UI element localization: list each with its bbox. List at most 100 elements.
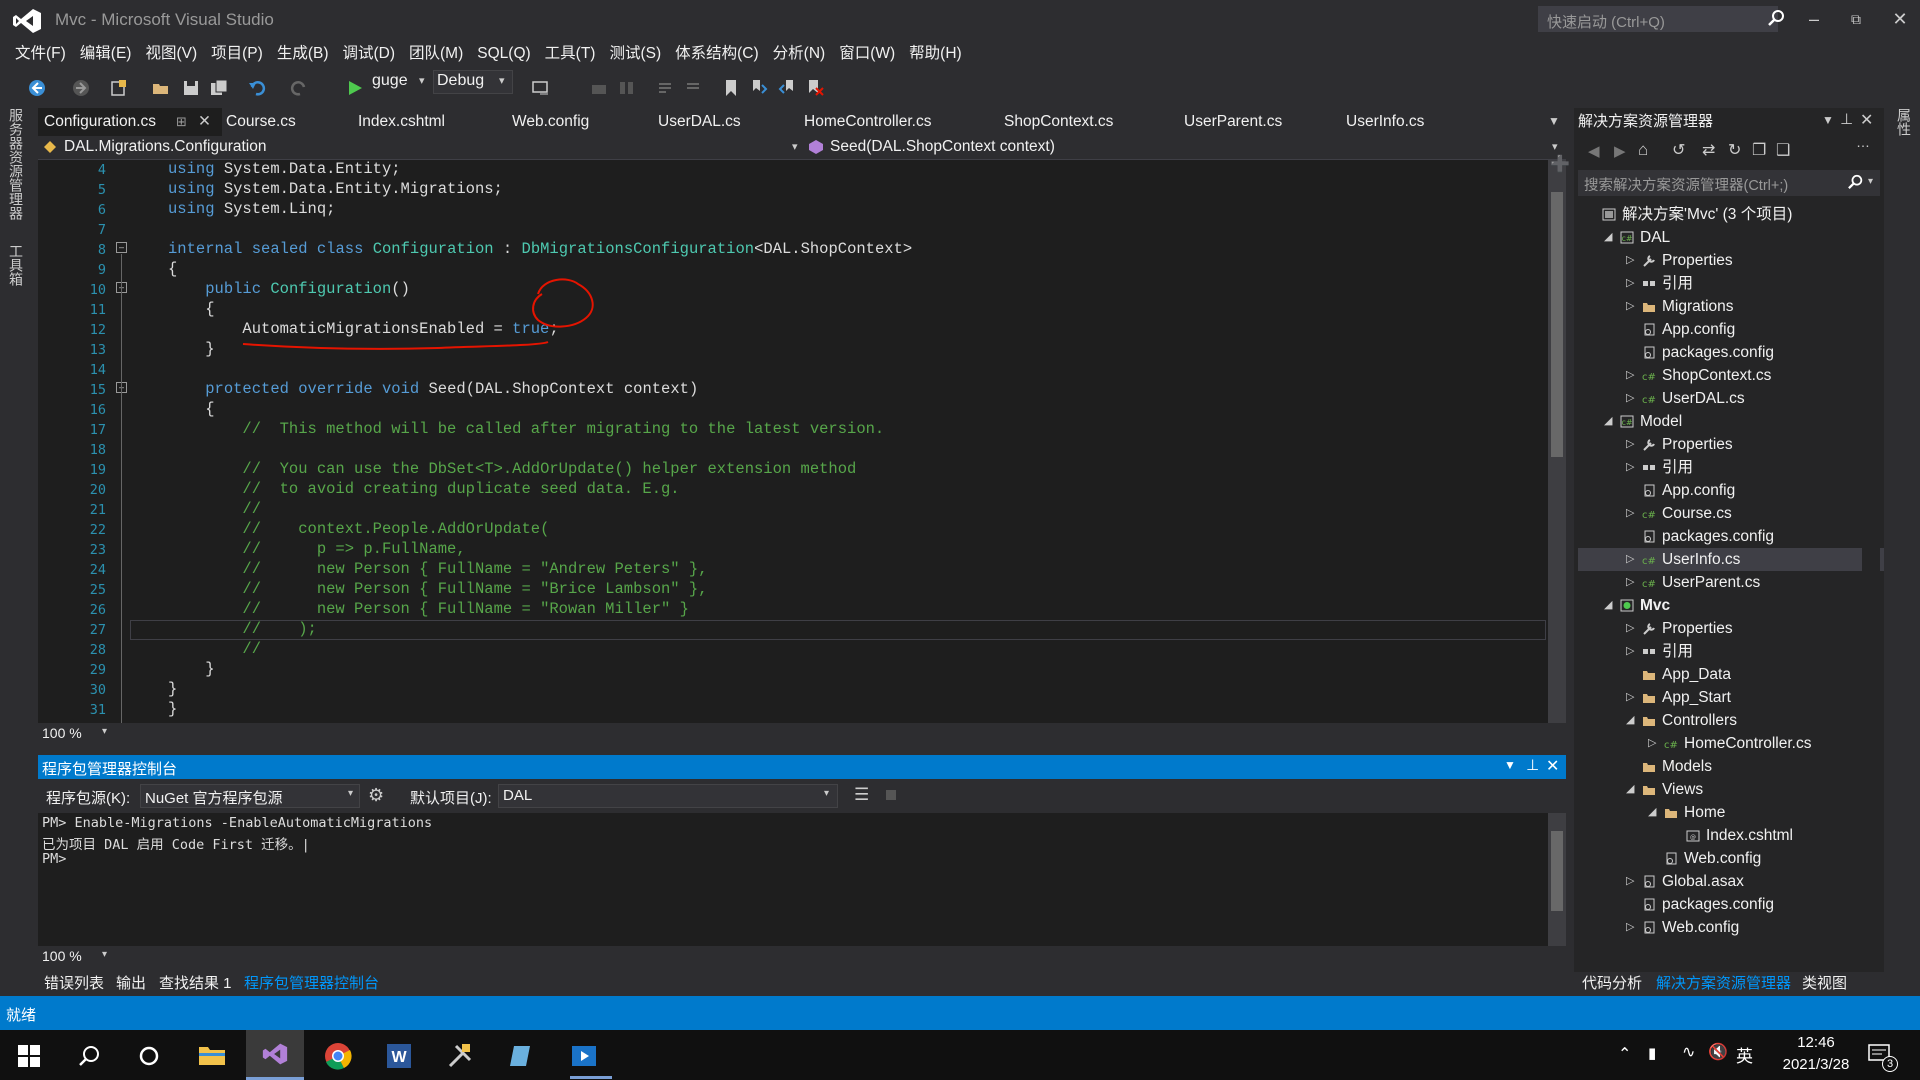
toolbox-tab[interactable]: 工具箱 — [6, 244, 26, 286]
tab-userinfo-cs[interactable]: UserInfo.cs — [1340, 108, 1424, 136]
menu-item[interactable]: 生成(B) — [270, 43, 336, 65]
new-project-icon[interactable] — [110, 79, 128, 97]
tray-chevron-up-icon[interactable]: ⌃ — [1618, 1044, 1631, 1064]
pmc-console-output[interactable]: PM> Enable-Migrations -EnableAutomaticMi… — [38, 813, 1566, 947]
tab-code-analysis[interactable]: 代码分析 — [1582, 972, 1642, 993]
ime-indicator[interactable]: 英 — [1736, 1042, 1753, 1067]
tree-item[interactable]: ◢ c# Model — [1578, 410, 1884, 433]
uncomment-icon[interactable] — [684, 79, 702, 97]
media-player-icon[interactable] — [570, 1042, 598, 1070]
tree-item[interactable]: ▷ 引用 — [1578, 456, 1884, 479]
start-debug-icon[interactable] — [346, 79, 364, 97]
chevron-down-icon[interactable]: ▾ — [1552, 140, 1558, 153]
quick-launch-input[interactable]: 快速启动 (Ctrl+Q) — [1538, 6, 1778, 32]
save-all-icon[interactable] — [210, 79, 228, 97]
tab-overflow-chevron-icon[interactable]: ▼ — [1548, 114, 1560, 128]
chevron-down-icon[interactable]: ▾ — [102, 949, 107, 960]
collapsed-arrow-icon[interactable]: ▷ — [1626, 295, 1638, 318]
chevron-down-icon[interactable]: ▾ — [499, 74, 505, 87]
pin-icon[interactable]: ⊥ — [1840, 110, 1853, 128]
tab-shopcontext-cs[interactable]: ShopContext.cs — [998, 108, 1113, 136]
editor-vertical-scrollbar[interactable]: ➕ — [1548, 157, 1570, 723]
expanded-arrow-icon[interactable]: ◢ — [1604, 226, 1616, 249]
tree-item[interactable]: App.config — [1578, 318, 1884, 341]
tree-item[interactable]: ▷ c# ShopContext.cs — [1578, 364, 1884, 387]
tab-homecontroller-cs[interactable]: HomeController.cs — [798, 108, 932, 136]
collapsed-arrow-icon[interactable]: ▷ — [1626, 870, 1638, 893]
tab-userdal-cs[interactable]: UserDAL.cs — [652, 108, 741, 136]
member-dropdown[interactable]: Seed(DAL.ShopContext context) — [830, 138, 1055, 156]
visual-studio-taskbar-icon[interactable] — [262, 1042, 288, 1066]
tree-item[interactable]: ◢ Mvc — [1578, 594, 1884, 617]
chevron-down-icon[interactable]: ▼ — [1822, 113, 1834, 127]
clear-bookmarks-icon[interactable] — [806, 79, 824, 97]
tree-item[interactable]: ◢ c# DAL — [1578, 226, 1884, 249]
tree-item[interactable]: @ Index.cshtml — [1578, 824, 1884, 847]
tree-item[interactable]: ▷ c# Course.cs — [1578, 502, 1884, 525]
more-icon[interactable]: … — [1856, 134, 1870, 150]
tree-item[interactable]: ◢ Controllers — [1578, 709, 1884, 732]
file-explorer-icon[interactable] — [198, 1043, 226, 1067]
collapsed-arrow-icon[interactable]: ▷ — [1648, 732, 1660, 755]
run-target-select[interactable]: guge — [372, 72, 408, 90]
tree-item[interactable]: packages.config — [1578, 341, 1884, 364]
tree-item[interactable]: 解决方案'Mvc' (3 个项目) — [1578, 203, 1884, 226]
code-editor[interactable]: 4 5 6 7 8 9 10 11 12 13 14 15 16 17 18 19 20 21 22 23 24 25 26… — [38, 157, 1570, 724]
chevron-down-icon[interactable]: ▾ — [824, 788, 829, 799]
chevron-down-icon[interactable]: ▾ — [419, 74, 425, 87]
tab-index-cshtml[interactable]: Index.cshtml — [352, 108, 445, 136]
tab-userparent-cs[interactable]: UserParent.cs — [1178, 108, 1282, 136]
close-panel-icon[interactable]: ✕ — [1546, 756, 1559, 776]
align-icon[interactable] — [590, 79, 608, 97]
notes-app-icon[interactable] — [508, 1042, 536, 1070]
tree-item[interactable]: App_Data — [1578, 663, 1884, 686]
forward-icon[interactable]: ▶ — [1614, 142, 1626, 160]
collapsed-arrow-icon[interactable]: ▷ — [1626, 571, 1638, 594]
collapsed-arrow-icon[interactable]: ▷ — [1626, 617, 1638, 640]
back-icon[interactable] — [28, 79, 46, 97]
collapse-all-icon[interactable]: ❐ — [1752, 140, 1766, 160]
home-icon[interactable]: ⌂ — [1638, 140, 1648, 160]
sync-icon[interactable]: ⇄ — [1702, 140, 1715, 160]
collapsed-arrow-icon[interactable]: ▷ — [1626, 387, 1638, 410]
menu-item[interactable]: SQL(Q) — [470, 43, 537, 65]
tree-item[interactable]: Models — [1578, 755, 1884, 778]
settings-gear-icon[interactable]: ⚙ — [368, 785, 384, 806]
refresh-icon[interactable]: ↻ — [1728, 140, 1741, 160]
comment-out-icon[interactable] — [656, 79, 674, 97]
expanded-arrow-icon[interactable]: ◢ — [1604, 594, 1616, 617]
clear-console-icon[interactable]: ☰ — [854, 785, 869, 805]
collapsed-arrow-icon[interactable]: ▷ — [1626, 686, 1638, 709]
tree-item[interactable]: ▷ c# HomeController.cs — [1578, 732, 1884, 755]
back-icon[interactable]: ◀ — [1588, 142, 1600, 160]
close-panel-icon[interactable]: ✕ — [1860, 110, 1873, 130]
collapsed-arrow-icon[interactable]: ▷ — [1626, 640, 1638, 663]
undo-icon[interactable] — [248, 79, 266, 97]
tab-web-config[interactable]: Web.config — [506, 108, 589, 136]
tab-find-results[interactable]: 查找结果 1 — [159, 972, 232, 993]
tree-item[interactable]: ▷ c# UserDAL.cs — [1578, 387, 1884, 410]
next-bookmark-icon[interactable] — [778, 79, 796, 97]
search-icon[interactable] — [78, 1045, 100, 1067]
tab-solution-explorer[interactable]: 解决方案资源管理器 — [1656, 972, 1791, 993]
properties-tab[interactable]: 属性 — [1894, 108, 1914, 136]
tab-output[interactable]: 输出 — [116, 972, 146, 993]
menu-item[interactable]: 帮助(H) — [902, 43, 969, 65]
tree-item[interactable]: ▷ Properties — [1578, 433, 1884, 456]
chrome-icon[interactable] — [324, 1042, 352, 1070]
tree-item[interactable]: ▷ 引用 — [1578, 272, 1884, 295]
minimize-button[interactable]: – — [1798, 6, 1830, 32]
clock-date[interactable]: 2021/3/28 — [1766, 1056, 1866, 1073]
tree-item[interactable]: ◢ Views — [1578, 778, 1884, 801]
solution-explorer-search[interactable]: 搜索解决方案资源管理器(Ctrl+;) — [1578, 170, 1880, 196]
collapsed-arrow-icon[interactable]: ▷ — [1626, 433, 1638, 456]
pin-icon[interactable]: ⊥ — [1526, 756, 1539, 774]
menu-item[interactable]: 工具(T) — [538, 43, 603, 65]
tab-class-view[interactable]: 类视图 — [1802, 972, 1847, 993]
default-project-select[interactable] — [498, 784, 838, 808]
tab-course-cs[interactable]: Course.cs — [220, 108, 296, 136]
cortana-icon[interactable] — [138, 1045, 160, 1067]
tree-item[interactable]: packages.config — [1578, 525, 1884, 548]
collapsed-arrow-icon[interactable]: ▷ — [1626, 916, 1638, 939]
collapsed-arrow-icon[interactable]: ▷ — [1626, 548, 1638, 571]
